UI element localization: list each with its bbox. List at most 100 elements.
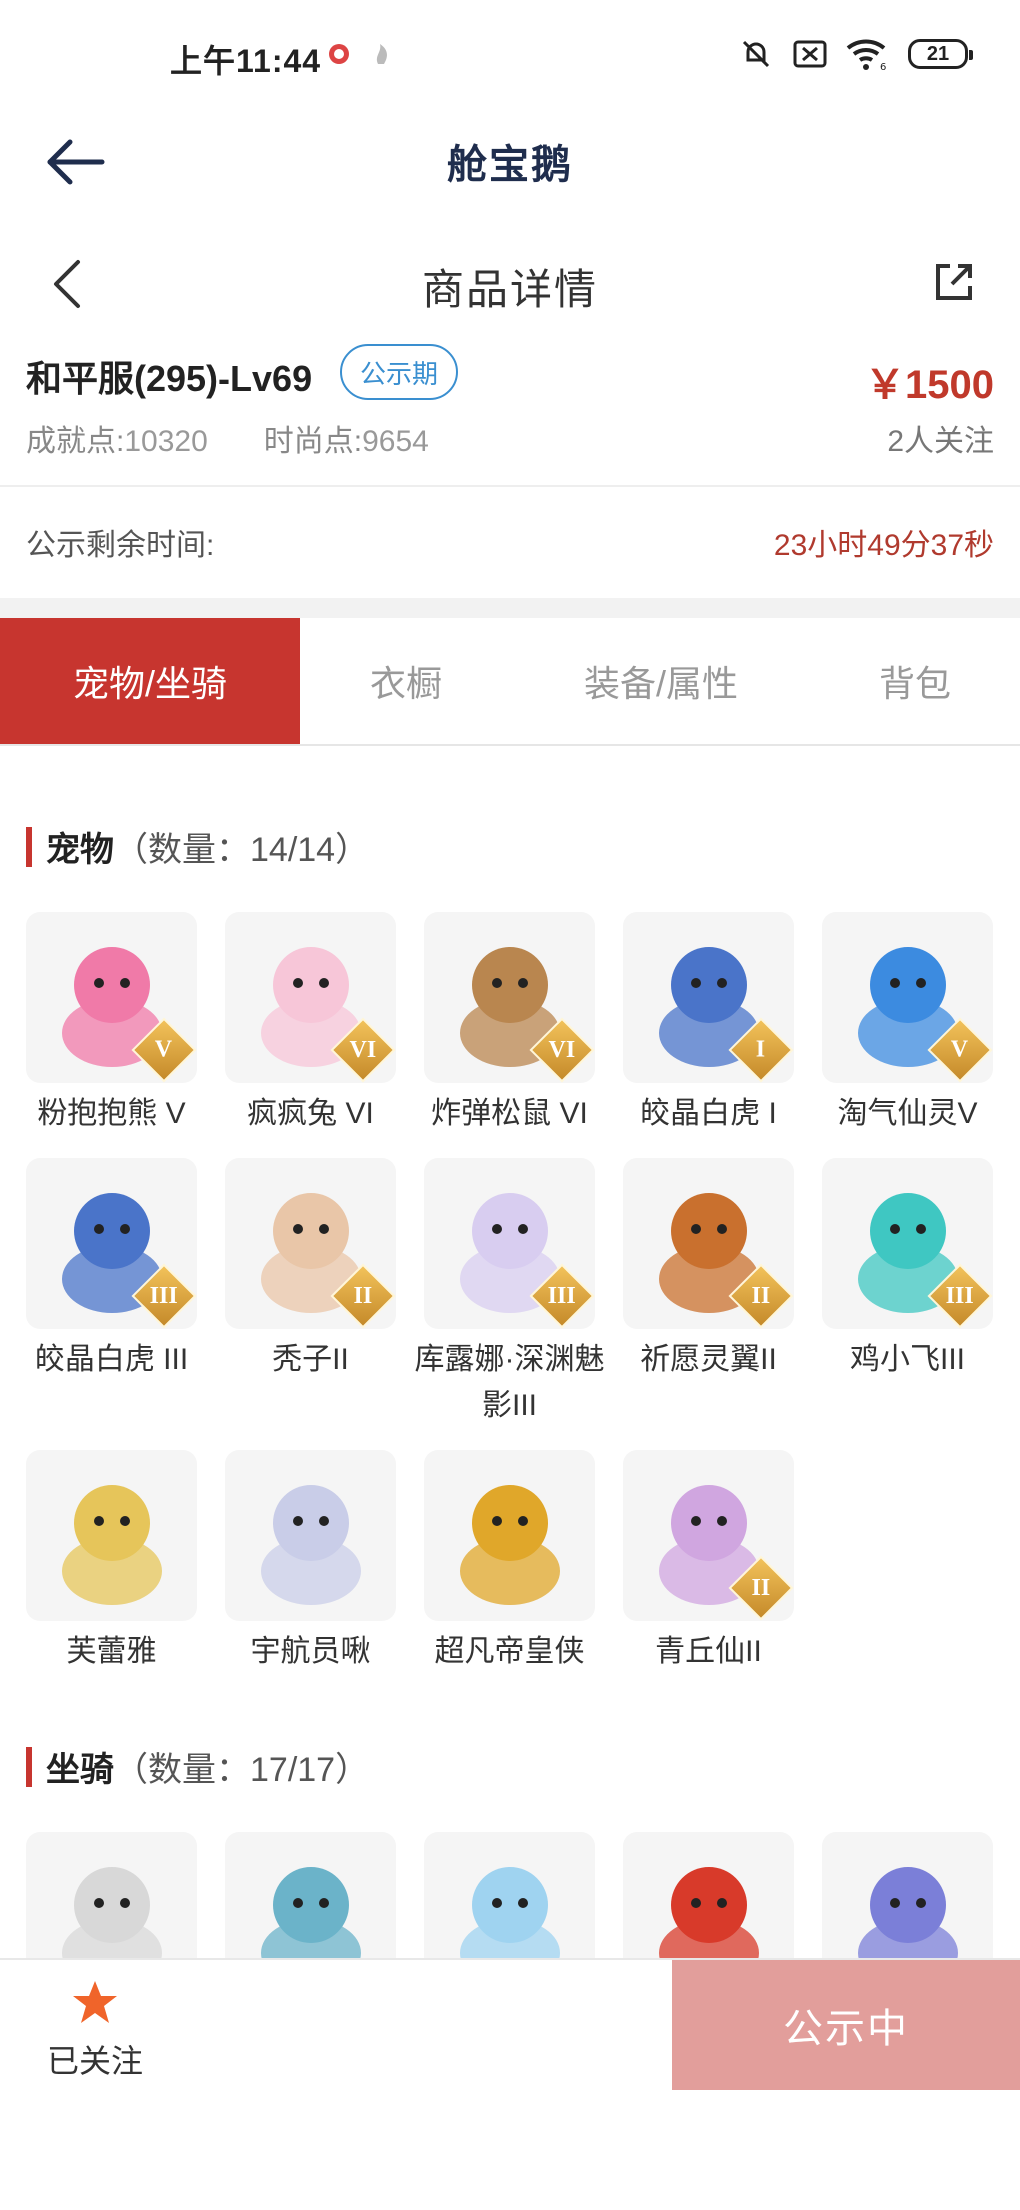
bomb-squirrel-icon: VI xyxy=(424,912,595,1083)
fashion-stat: 时尚点:9654 xyxy=(263,425,429,458)
pets-section-header: 宠物 （数量：14/14） xyxy=(26,822,369,871)
blue-dragon-mount-icon[interactable] xyxy=(225,1832,396,1960)
pet-name: 超凡帝皇侠 xyxy=(434,1635,585,1668)
pet-item[interactable]: II 祈愿灵翼II xyxy=(623,1158,794,1450)
naughty-sprite-icon: V xyxy=(822,912,993,1083)
mount-row xyxy=(26,1832,996,1960)
section-title: 坐骑 xyxy=(46,1751,114,1789)
section-accent-bar xyxy=(26,826,32,867)
pet-name: 疯疯兔 VI xyxy=(247,1097,374,1130)
pet-name: 芙蕾雅 xyxy=(66,1635,157,1668)
mounts-section-header: 坐骑 （数量：17/17） xyxy=(26,1742,369,1791)
tab-bar: 宠物/坐骑 衣橱 装备/属性 背包 xyxy=(0,618,1020,746)
drum-mount-icon[interactable] xyxy=(623,1832,794,1960)
character-art xyxy=(459,1484,560,1605)
section-title: 宠物 xyxy=(46,831,114,869)
crystal-tiger-icon: III xyxy=(26,1158,197,1329)
pet-item[interactable]: VI 疯疯兔 VI xyxy=(225,912,396,1158)
pet-item[interactable]: 宇航员啾 xyxy=(225,1450,396,1680)
pet-item[interactable]: 芙蕾雅 xyxy=(26,1450,197,1680)
follower-count: 2人关注 xyxy=(887,425,994,458)
character-art xyxy=(857,1866,958,1960)
follow-button[interactable]: 已关注 xyxy=(40,1978,150,2088)
mute-bell-icon xyxy=(742,40,770,68)
freya-icon xyxy=(26,1450,197,1621)
public-status-button[interactable]: 公示中 xyxy=(672,1960,1020,2090)
pet-name: 鸡小飞III xyxy=(849,1343,965,1376)
countdown-label: 公示剩余时间: xyxy=(26,529,215,562)
pet-name: 宇航员啾 xyxy=(250,1635,371,1668)
section-separator xyxy=(0,598,1020,618)
tab-equipment[interactable]: 装备/属性 xyxy=(512,618,810,744)
pet-item[interactable]: VI 炸弹松鼠 VI xyxy=(424,912,595,1158)
character-art xyxy=(61,1484,162,1605)
follow-label: 已关注 xyxy=(46,2043,143,2079)
pet-grid: V 粉抱抱熊 V VI 疯疯兔 VI VI 炸弹松鼠 VI I 皎晶白虎 I V 淘气仙灵V III… xyxy=(26,912,996,1680)
pet-item[interactable]: 超凡帝皇侠 xyxy=(424,1450,595,1680)
pet-name: 皎晶白虎 I xyxy=(640,1097,777,1130)
pet-name: 祈愿灵翼II xyxy=(640,1343,777,1376)
kuluna-icon: III xyxy=(424,1158,595,1329)
pet-name: 淘气仙灵V xyxy=(837,1097,978,1130)
pet-name: 青丘仙II xyxy=(655,1635,762,1668)
section-count: （数量：17/17） xyxy=(114,1751,370,1789)
section-count: （数量：14/14） xyxy=(114,831,370,869)
emperor-hero-icon xyxy=(424,1450,595,1621)
status-bar: 上午11:44 6 21 xyxy=(0,0,1020,112)
bottom-bar: 已关注 公示中 xyxy=(0,1958,1020,2210)
svg-text:6: 6 xyxy=(880,62,886,72)
star-icon xyxy=(73,1981,117,2023)
wish-wing-icon: II xyxy=(623,1158,794,1329)
pet-item[interactable]: III 库露娜·深渊魅影III xyxy=(415,1158,605,1450)
character-art xyxy=(61,1866,162,1960)
cloud-mount-icon[interactable] xyxy=(424,1832,595,1960)
wifi-icon: 6 xyxy=(846,39,886,72)
pink-bear-icon: V xyxy=(26,912,197,1083)
pet-name: 炸弹松鼠 VI xyxy=(431,1097,588,1130)
character-art xyxy=(658,1866,759,1960)
pet-name: 库露娜·深渊魅影III xyxy=(414,1343,605,1422)
white-dragon-mount-icon[interactable] xyxy=(26,1832,197,1960)
app-title: 舱宝鹅 xyxy=(447,143,573,187)
status-time: 上午11:44 xyxy=(170,43,322,79)
character-art xyxy=(260,1484,361,1605)
sim-off-icon xyxy=(793,40,827,68)
countdown-value: 23小时49分37秒 xyxy=(773,529,994,562)
achievement-stat: 成就点:10320 xyxy=(26,425,208,458)
astronaut-icon xyxy=(225,1450,396,1621)
pet-name: 秃子II xyxy=(272,1343,349,1376)
pet-item[interactable]: III 鸡小飞III xyxy=(822,1158,993,1450)
character-art xyxy=(260,1866,361,1960)
tab-wardrobe[interactable]: 衣橱 xyxy=(300,618,512,744)
crystal-tiger-icon: I xyxy=(623,912,794,1083)
pet-name: 粉抱抱熊 V xyxy=(37,1097,186,1130)
divider xyxy=(0,485,1020,487)
app-notification-icon-2 xyxy=(376,44,387,64)
detail-header: 商品详情 xyxy=(0,242,1020,342)
tab-backpack[interactable]: 背包 xyxy=(810,618,1020,744)
status-icons: 6 21 xyxy=(738,36,973,72)
spirit-mount-icon[interactable] xyxy=(822,1832,993,1960)
pet-item[interactable]: V 淘气仙灵V xyxy=(822,912,993,1158)
product-name: 和平服(295)-Lv69 xyxy=(26,358,313,399)
share-icon[interactable] xyxy=(932,260,976,304)
pet-item[interactable]: III 皎晶白虎 III xyxy=(26,1158,197,1450)
qingqiu-fox-icon: II xyxy=(623,1450,794,1621)
chick-flyer-icon: III xyxy=(822,1158,993,1329)
crazy-rabbit-icon: VI xyxy=(225,912,396,1083)
pet-item[interactable]: I 皎晶白虎 I xyxy=(623,912,794,1158)
pet-item[interactable]: II 秃子II xyxy=(225,1158,396,1450)
bald-kid-icon: II xyxy=(225,1158,396,1329)
pet-item[interactable]: II 青丘仙II xyxy=(623,1450,794,1680)
product-price: ￥1500 xyxy=(865,363,994,407)
battery-indicator: 21 xyxy=(908,39,973,69)
pet-item[interactable]: V 粉抱抱熊 V xyxy=(26,912,197,1158)
section-accent-bar xyxy=(26,1746,32,1787)
app-notification-icon xyxy=(329,44,349,64)
product-stats: 成就点:10320 时尚点:9654 xyxy=(26,416,429,460)
page-title: 商品详情 xyxy=(421,266,598,313)
app-header: 舱宝鹅 xyxy=(0,112,1020,242)
status-badge: 公示期 xyxy=(340,344,459,400)
tab-pets-mounts[interactable]: 宠物/坐骑 xyxy=(0,618,300,744)
pet-name: 皎晶白虎 III xyxy=(34,1343,189,1376)
